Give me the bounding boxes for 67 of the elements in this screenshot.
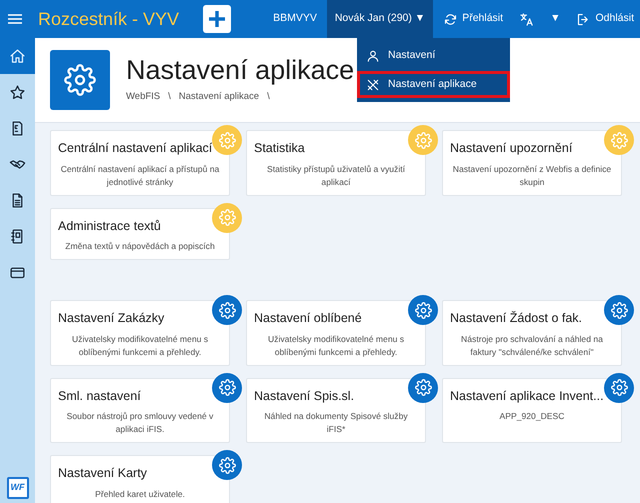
logo: WF [6,477,28,499]
settings-icon [414,302,432,319]
card-description: Soubor nástrojů pro smlouvy vedené v aplikaci iFIS. [66,410,214,436]
settings-card[interactable]: Nastavení Karty Přehled karet uživatele. [50,455,230,503]
settings-card[interactable]: Administrace textů Změna textů v nápovědách a popiscích [50,208,230,260]
card-title: Nastavení Žádost o fak. [450,310,584,328]
card-description: APP_920_DESC [498,410,566,424]
card-description: Nastavení upozornění z Webfis a definice skupin [452,162,612,189]
card-title: Nastavení upozornění [450,140,574,157]
home-icon [9,48,26,64]
card-title: Administrace textů [58,218,162,235]
settings-icon [610,379,628,396]
settings-icon [610,132,628,148]
settings-card[interactable]: Nastavení Žádost o fak. Nástroje pro schvalování a náhled na faktury "schválené/ke schválení" [442,300,622,366]
page-title: Nastavení aplikace [126,56,354,86]
card-title: Centrální nastavení aplikací [58,140,214,157]
language-button[interactable]: ▼ [513,0,566,38]
settings-icon [218,302,236,319]
card-description: Centrální nastavení aplikací a přístupů na jednotlivé stránky [60,162,220,189]
card-description: Přehled karet uživatele. [94,488,186,501]
plus-icon [208,10,226,28]
settings-card[interactable]: Nastavení Zakázky Uživatelsky modifikovatelné menu s oblíbenými funkcemi a přehledy. [50,300,230,366]
settings-card[interactable]: Sml. nastavení Soubor nástrojů pro smlouvy vedené v aplikaci iFIS. [50,378,230,444]
card-description: Změna textů v nápovědách a popiscích [64,240,216,254]
card-title: Nastavení Zakázky [58,310,166,328]
settings-card[interactable]: Nastavení oblíbené Uživatelsky modifikovatelné menu s oblíbenými funkcemi a přehledy. [246,300,426,366]
settings-card[interactable]: Nastavení upozornění Nastavení upozornění z Webfis a definice skupin [442,130,622,196]
menu-item[interactable]: Nastavení [357,42,510,69]
settings-icon [218,209,236,226]
card-description: Statistiky přístupů uživatelů a využití aplikací [266,162,406,189]
settings-icon [218,132,236,148]
tools-icon [366,78,380,92]
refresh-icon [443,12,458,26]
card-description: Uživatelsky modifikovatelné menu s oblíbenými funkcemi a přehledy. [70,332,210,359]
settings-card[interactable]: Nastavení Spis.sl. Náhled na dokumenty Spisové služby iFIS* [246,378,426,444]
settings-icon [610,302,628,319]
relog-button[interactable]: Přehlásit [437,0,510,38]
translate-icon [519,12,534,26]
person-icon [366,48,380,62]
breadcrumb-separator: \ [267,90,270,104]
company-label: BBMVYV [272,11,318,26]
logout-button[interactable]: Odhlásit [570,0,640,38]
card-description: Nástroje pro schvalování a náhled na faktury "schválené/ke schválení" [460,332,604,359]
breadcrumb-link[interactable]: WebFIS [126,90,160,104]
card-title: Nastavení Karty [58,465,148,482]
menu-item[interactable]: Nastavení aplikace [357,71,510,98]
settings-icon [218,379,236,396]
card-title: Nastavení Spis.sl. [254,388,356,405]
card-title: Statistika [254,140,306,157]
settings-card[interactable]: Statistika Statistiky přístupů uživatelů a využití aplikací [246,130,426,196]
add-button[interactable] [203,5,232,33]
settings-icon [218,456,236,474]
breadcrumb-link[interactable]: Nastavení aplikace [178,90,260,104]
settings-icon [414,379,432,396]
settings-card[interactable]: Centrální nastavení aplikací Centrální nastavení aplikací a přístupů na jednotlivé stránky [50,130,230,196]
star-icon [9,84,26,100]
card-title: Nastavení aplikace Invent... [450,388,605,405]
settings-card[interactable]: Nastavení aplikace Invent... APP_920_DESC [442,378,622,444]
card-title: Sml. nastavení [58,388,142,405]
card-description: Uživatelsky modifikovatelné menu s oblíbenými funkcemi a přehledy. [266,332,406,359]
settings-icon [414,132,432,148]
app-title: Rozcestník - VYV [38,8,180,30]
settings-icon [64,64,96,96]
card-description: Náhled na dokumenty Spisové služby iFIS* [263,410,409,436]
user-menu-button[interactable]: Novák Jan (290) ▼ [326,0,434,38]
card-title: Nastavení oblíbené [254,310,363,328]
breadcrumb-separator: \ [168,90,171,104]
